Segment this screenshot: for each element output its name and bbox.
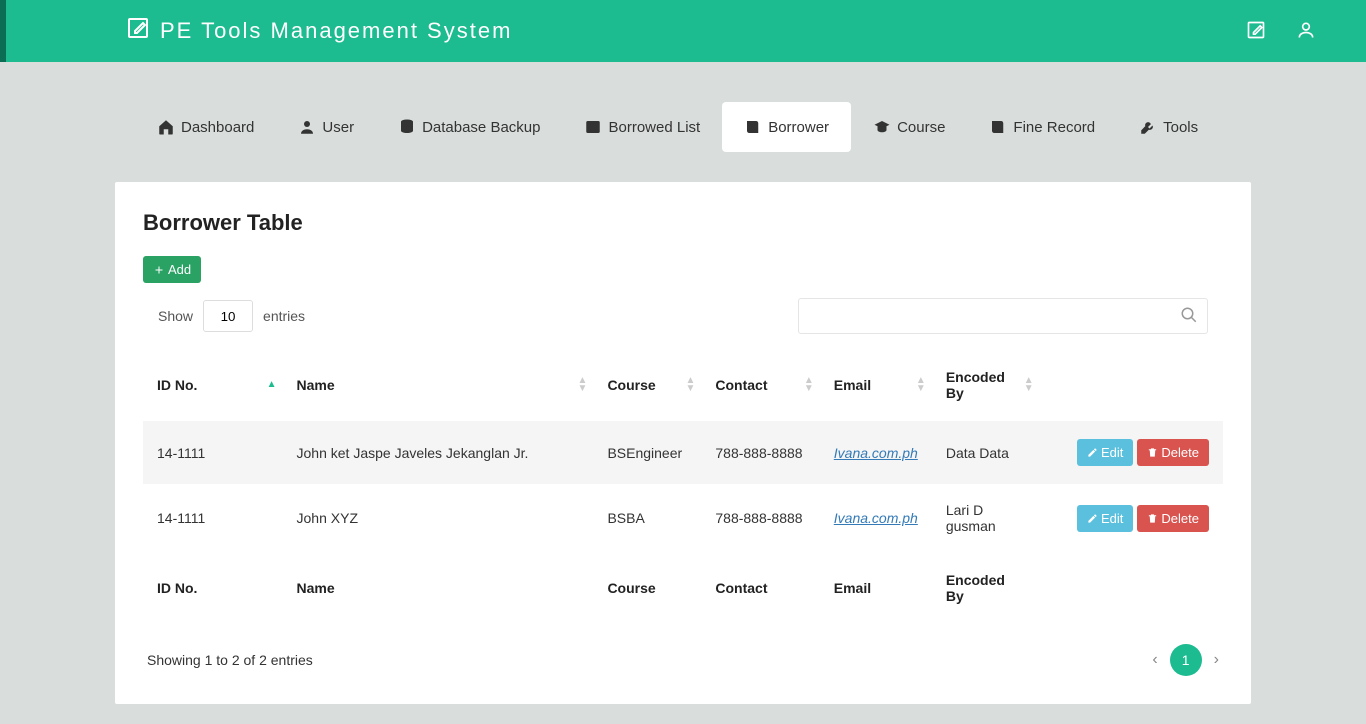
edit-button[interactable]: Edit [1077, 439, 1133, 466]
tab-borrowed-list[interactable]: Borrowed List [562, 102, 722, 152]
page-number[interactable]: 1 [1170, 644, 1202, 676]
book-icon [744, 118, 762, 136]
footer-col: Name [283, 552, 594, 624]
table-controls: Show entries [143, 298, 1223, 334]
next-page-button[interactable]: › [1214, 651, 1219, 669]
entries-label: entries [263, 308, 305, 324]
tab-label: Dashboard [181, 119, 254, 136]
prev-page-button[interactable]: ‹ [1152, 651, 1157, 669]
brand-title: PE Tools Management System [160, 18, 512, 44]
panel-title: Borrower Table [143, 210, 1223, 236]
show-entries: Show entries [158, 300, 305, 332]
sort-icon: ▲▼ [1024, 377, 1034, 393]
col-id-no-[interactable]: ID No.▲ [143, 349, 283, 421]
col-contact[interactable]: Contact▲▼ [701, 349, 819, 421]
show-label: Show [158, 308, 193, 324]
cell-id: 14-1111 [143, 421, 283, 484]
sort-icon: ▲▼ [578, 377, 588, 393]
nav-tabs: Dashboard User Database Backup Borrowed Lis… [115, 102, 1251, 152]
user-icon [298, 118, 316, 136]
showing-info: Showing 1 to 2 of 2 entries [147, 652, 313, 668]
tab-borrower[interactable]: Borrower [722, 102, 851, 152]
cell-encoded: Lari D gusman [932, 484, 1040, 552]
book-icon [989, 118, 1007, 136]
tab-dashboard[interactable]: Dashboard [135, 102, 276, 152]
sort-icon: ▲▼ [804, 377, 814, 393]
cell-course: BSEngineer [593, 421, 701, 484]
cell-course: BSBA [593, 484, 701, 552]
wrench-icon [1139, 118, 1157, 136]
footer-col: Encoded By [932, 552, 1040, 624]
cell-contact: 788-888-8888 [701, 421, 819, 484]
delete-button[interactable]: Delete [1137, 439, 1209, 466]
topbar: PE Tools Management System [0, 0, 1366, 62]
cell-contact: 788-888-8888 [701, 484, 819, 552]
edit-button[interactable]: Edit [1077, 505, 1133, 532]
cell-email-link[interactable]: Ivana.com.ph [834, 445, 918, 461]
tab-label: Course [897, 119, 945, 136]
search-box [798, 298, 1208, 334]
col-encoded-by[interactable]: Encoded By▲▼ [932, 349, 1040, 421]
cell-name: John XYZ [283, 484, 594, 552]
home-icon [157, 118, 175, 136]
tab-database-backup[interactable]: Database Backup [376, 102, 562, 152]
tab-label: Borrowed List [608, 119, 700, 136]
gradcap-icon [873, 118, 891, 136]
delete-button[interactable]: Delete [1137, 505, 1209, 532]
tab-label: User [322, 119, 354, 136]
table-row: 14-1111John XYZBSBA788-888-8888 Ivana.com… [143, 484, 1223, 552]
brand: PE Tools Management System [126, 16, 512, 46]
tab-label: Tools [1163, 119, 1198, 136]
search-input[interactable] [798, 298, 1208, 334]
user-avatar-icon[interactable] [1296, 20, 1316, 43]
col-name[interactable]: Name▲▼ [283, 349, 594, 421]
search-icon [1180, 306, 1198, 327]
sort-icon: ▲ [267, 381, 277, 389]
borrower-table: ID No.▲Name▲▼Course▲▼Contact▲▼Email▲▼Enc… [143, 349, 1223, 624]
footer-col: Course [593, 552, 701, 624]
footer-col: Email [820, 552, 932, 624]
table-row: 14-1111John ket Jaspe Javeles Jekanglan … [143, 421, 1223, 484]
col-email[interactable]: Email▲▼ [820, 349, 932, 421]
cell-id: 14-1111 [143, 484, 283, 552]
pagination: ‹ 1 › [1152, 644, 1219, 676]
content: Dashboard User Database Backup Borrowed Lis… [0, 62, 1366, 724]
tab-fine-record[interactable]: Fine Record [967, 102, 1117, 152]
sort-icon: ▲▼ [916, 377, 926, 393]
entries-input[interactable] [203, 300, 253, 332]
panel-borrower: Borrower Table Add Show entries ID No.▲N… [115, 182, 1251, 704]
footer-col: Contact [701, 552, 819, 624]
footer-col: ID No. [143, 552, 283, 624]
tab-label: Database Backup [422, 119, 540, 136]
database-icon [398, 118, 416, 136]
cell-encoded: Data Data [932, 421, 1040, 484]
add-button-label: Add [168, 262, 191, 277]
table-footer: Showing 1 to 2 of 2 entries ‹ 1 › [143, 644, 1223, 676]
tab-course[interactable]: Course [851, 102, 967, 152]
edit-square-icon [126, 16, 150, 46]
cell-name: John ket Jaspe Javeles Jekanglan Jr. [283, 421, 594, 484]
tab-label: Fine Record [1013, 119, 1095, 136]
tab-tools[interactable]: Tools [1117, 102, 1220, 152]
sort-icon: ▲▼ [685, 377, 695, 393]
col-course[interactable]: Course▲▼ [593, 349, 701, 421]
tab-user[interactable]: User [276, 102, 376, 152]
cell-email-link[interactable]: Ivana.com.ph [834, 510, 918, 526]
list-icon [584, 118, 602, 136]
tab-label: Borrower [768, 119, 829, 136]
topbar-actions [1246, 20, 1316, 43]
add-button[interactable]: Add [143, 256, 201, 283]
compose-icon[interactable] [1246, 20, 1266, 43]
